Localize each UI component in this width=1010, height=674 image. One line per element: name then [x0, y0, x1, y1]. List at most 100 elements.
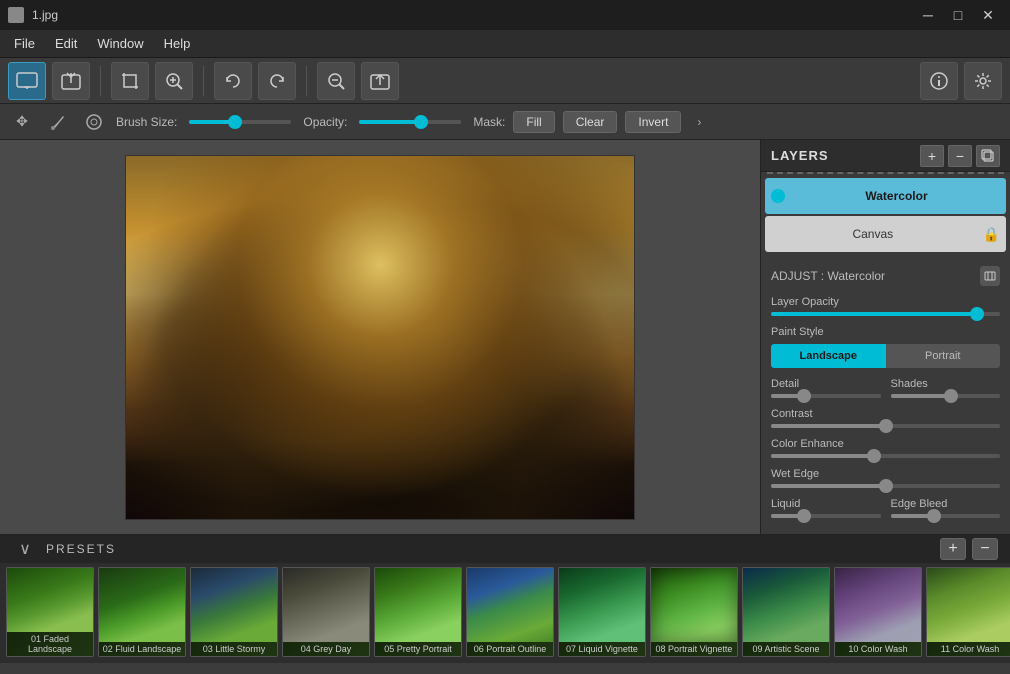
detail-slider[interactable]: [771, 394, 881, 398]
layer-opacity-row: Layer Opacity: [771, 296, 1000, 316]
contrast-label: Contrast: [771, 408, 813, 420]
preset-04[interactable]: 04 Grey Day: [282, 567, 370, 657]
right-panel: LAYERS + − Watercolor Canvas 🔒: [760, 140, 1010, 534]
preset-06[interactable]: 06 Portrait Outline: [466, 567, 554, 657]
presets-collapse-button[interactable]: ∨: [12, 538, 38, 560]
wet-edge-slider[interactable]: [771, 484, 1000, 488]
brush-size-slider[interactable]: [185, 120, 295, 124]
maximize-button[interactable]: □: [944, 5, 972, 25]
brush-bar: ✥ Brush Size: Opacity: Mask: Fill Clear …: [0, 104, 1010, 140]
preset-08-label: 08 Portrait Vignette: [651, 642, 737, 656]
opacity-slider[interactable]: [355, 120, 465, 124]
preset-08[interactable]: 08 Portrait Vignette: [650, 567, 738, 657]
layer-watercolor-name: Watercolor: [793, 189, 1000, 203]
layer-radio-watercolor: [771, 189, 785, 203]
layer-canvas-name: Canvas: [771, 227, 975, 241]
layer-watercolor[interactable]: Watercolor: [765, 178, 1006, 214]
canvas-area[interactable]: [0, 140, 760, 534]
adjust-icon-button[interactable]: [980, 266, 1000, 286]
rotate-left-tool-button[interactable]: [214, 62, 252, 100]
edge-bleed-row: Edge Bleed: [891, 498, 1001, 518]
toolbar: [0, 58, 1010, 104]
app-icon: [8, 7, 24, 23]
color-enhance-slider[interactable]: [771, 454, 1000, 458]
layer-opacity-label: Layer Opacity: [771, 296, 839, 308]
presets-bar: ∨ PRESETS + − 01 Faded Landscape 02 Flui…: [0, 534, 1010, 663]
add-layer-button[interactable]: +: [920, 145, 944, 167]
preset-10[interactable]: 10 Color Wash: [834, 567, 922, 657]
preset-04-label: 04 Grey Day: [283, 642, 369, 656]
window-title: 1.jpg: [32, 8, 58, 22]
preset-02-label: 02 Fluid Landscape: [99, 642, 185, 656]
layer-opacity-slider[interactable]: [771, 312, 1000, 316]
detail-label: Detail: [771, 378, 799, 390]
import-tool-button[interactable]: [52, 62, 90, 100]
mask-label: Mask:: [473, 115, 505, 129]
preset-02[interactable]: 02 Fluid Landscape: [98, 567, 186, 657]
preset-09[interactable]: 09 Artistic Scene: [742, 567, 830, 657]
contrast-slider[interactable]: [771, 424, 1000, 428]
wet-edge-row: Wet Edge: [771, 468, 1000, 488]
preset-01[interactable]: 01 Faded Landscape: [6, 567, 94, 657]
shades-row: Shades: [891, 378, 1001, 398]
layers-list: Watercolor Canvas 🔒: [761, 174, 1010, 258]
window-controls: ─ □ ✕: [914, 5, 1002, 25]
preset-11[interactable]: 11 Color Wash: [926, 567, 1010, 657]
zoom-in-tool-button[interactable]: [155, 62, 193, 100]
menu-edit[interactable]: Edit: [45, 32, 87, 55]
minimize-button[interactable]: ─: [914, 5, 942, 25]
preset-10-label: 10 Color Wash: [835, 642, 921, 656]
clear-button[interactable]: Clear: [563, 111, 618, 133]
duplicate-layer-button[interactable]: [976, 145, 1000, 167]
layer-canvas[interactable]: Canvas 🔒: [765, 216, 1006, 252]
rotate-right-tool-button[interactable]: [258, 62, 296, 100]
remove-preset-button[interactable]: −: [972, 538, 998, 560]
remove-layer-button[interactable]: −: [948, 145, 972, 167]
paint-style-buttons: Landscape Portrait: [771, 344, 1000, 368]
export-tool-button[interactable]: [361, 62, 399, 100]
menu-bar: File Edit Window Help: [0, 30, 1010, 58]
preset-03[interactable]: 03 Little Stormy: [190, 567, 278, 657]
main-area: LAYERS + − Watercolor Canvas 🔒: [0, 140, 1010, 534]
presets-header: ∨ PRESETS + −: [0, 535, 1010, 563]
invert-button[interactable]: Invert: [625, 111, 681, 133]
eraser-brush-button[interactable]: [80, 108, 108, 136]
crop-tool-button[interactable]: [111, 62, 149, 100]
toolbar-separator-2: [203, 66, 204, 96]
close-button[interactable]: ✕: [974, 5, 1002, 25]
move-brush-button[interactable]: ✥: [8, 108, 36, 136]
paint-brush-button[interactable]: [44, 108, 72, 136]
menu-file[interactable]: File: [4, 32, 45, 55]
preset-06-label: 06 Portrait Outline: [467, 642, 553, 656]
menu-help[interactable]: Help: [154, 32, 201, 55]
preset-07[interactable]: 07 Liquid Vignette: [558, 567, 646, 657]
presets-controls: + −: [940, 538, 998, 560]
expand-arrow-button[interactable]: ›: [689, 112, 709, 132]
adjust-panel: ADJUST : Watercolor Layer Opacity Paint …: [761, 258, 1010, 534]
zoom-out-tool-button[interactable]: [317, 62, 355, 100]
canvas-image: [125, 155, 635, 520]
preset-11-label: 11 Color Wash: [927, 642, 1010, 656]
title-bar: 1.jpg ─ □ ✕: [0, 0, 1010, 30]
presets-thumbnails: 01 Faded Landscape 02 Fluid Landscape 03…: [0, 563, 1010, 663]
fill-button[interactable]: Fill: [513, 111, 554, 133]
landscape-style-button[interactable]: Landscape: [771, 344, 886, 368]
detail-row: Detail: [771, 378, 881, 398]
preset-03-label: 03 Little Stormy: [191, 642, 277, 656]
toolbar-separator-3: [306, 66, 307, 96]
portrait-style-button[interactable]: Portrait: [886, 344, 1001, 368]
edge-bleed-slider[interactable]: [891, 514, 1001, 518]
add-preset-button[interactable]: +: [940, 538, 966, 560]
settings-tool-button[interactable]: [964, 62, 1002, 100]
presets-title: PRESETS: [46, 542, 116, 556]
display-tool-button[interactable]: [8, 62, 46, 100]
detail-shades-row: Detail Shades: [771, 378, 1000, 408]
shades-slider[interactable]: [891, 394, 1001, 398]
adjust-header: ADJUST : Watercolor: [771, 266, 1000, 286]
liquid-label: Liquid: [771, 498, 800, 510]
canvas-content: [126, 156, 634, 519]
liquid-slider[interactable]: [771, 514, 881, 518]
preset-05[interactable]: 05 Pretty Portrait: [374, 567, 462, 657]
info-tool-button[interactable]: [920, 62, 958, 100]
menu-window[interactable]: Window: [87, 32, 153, 55]
